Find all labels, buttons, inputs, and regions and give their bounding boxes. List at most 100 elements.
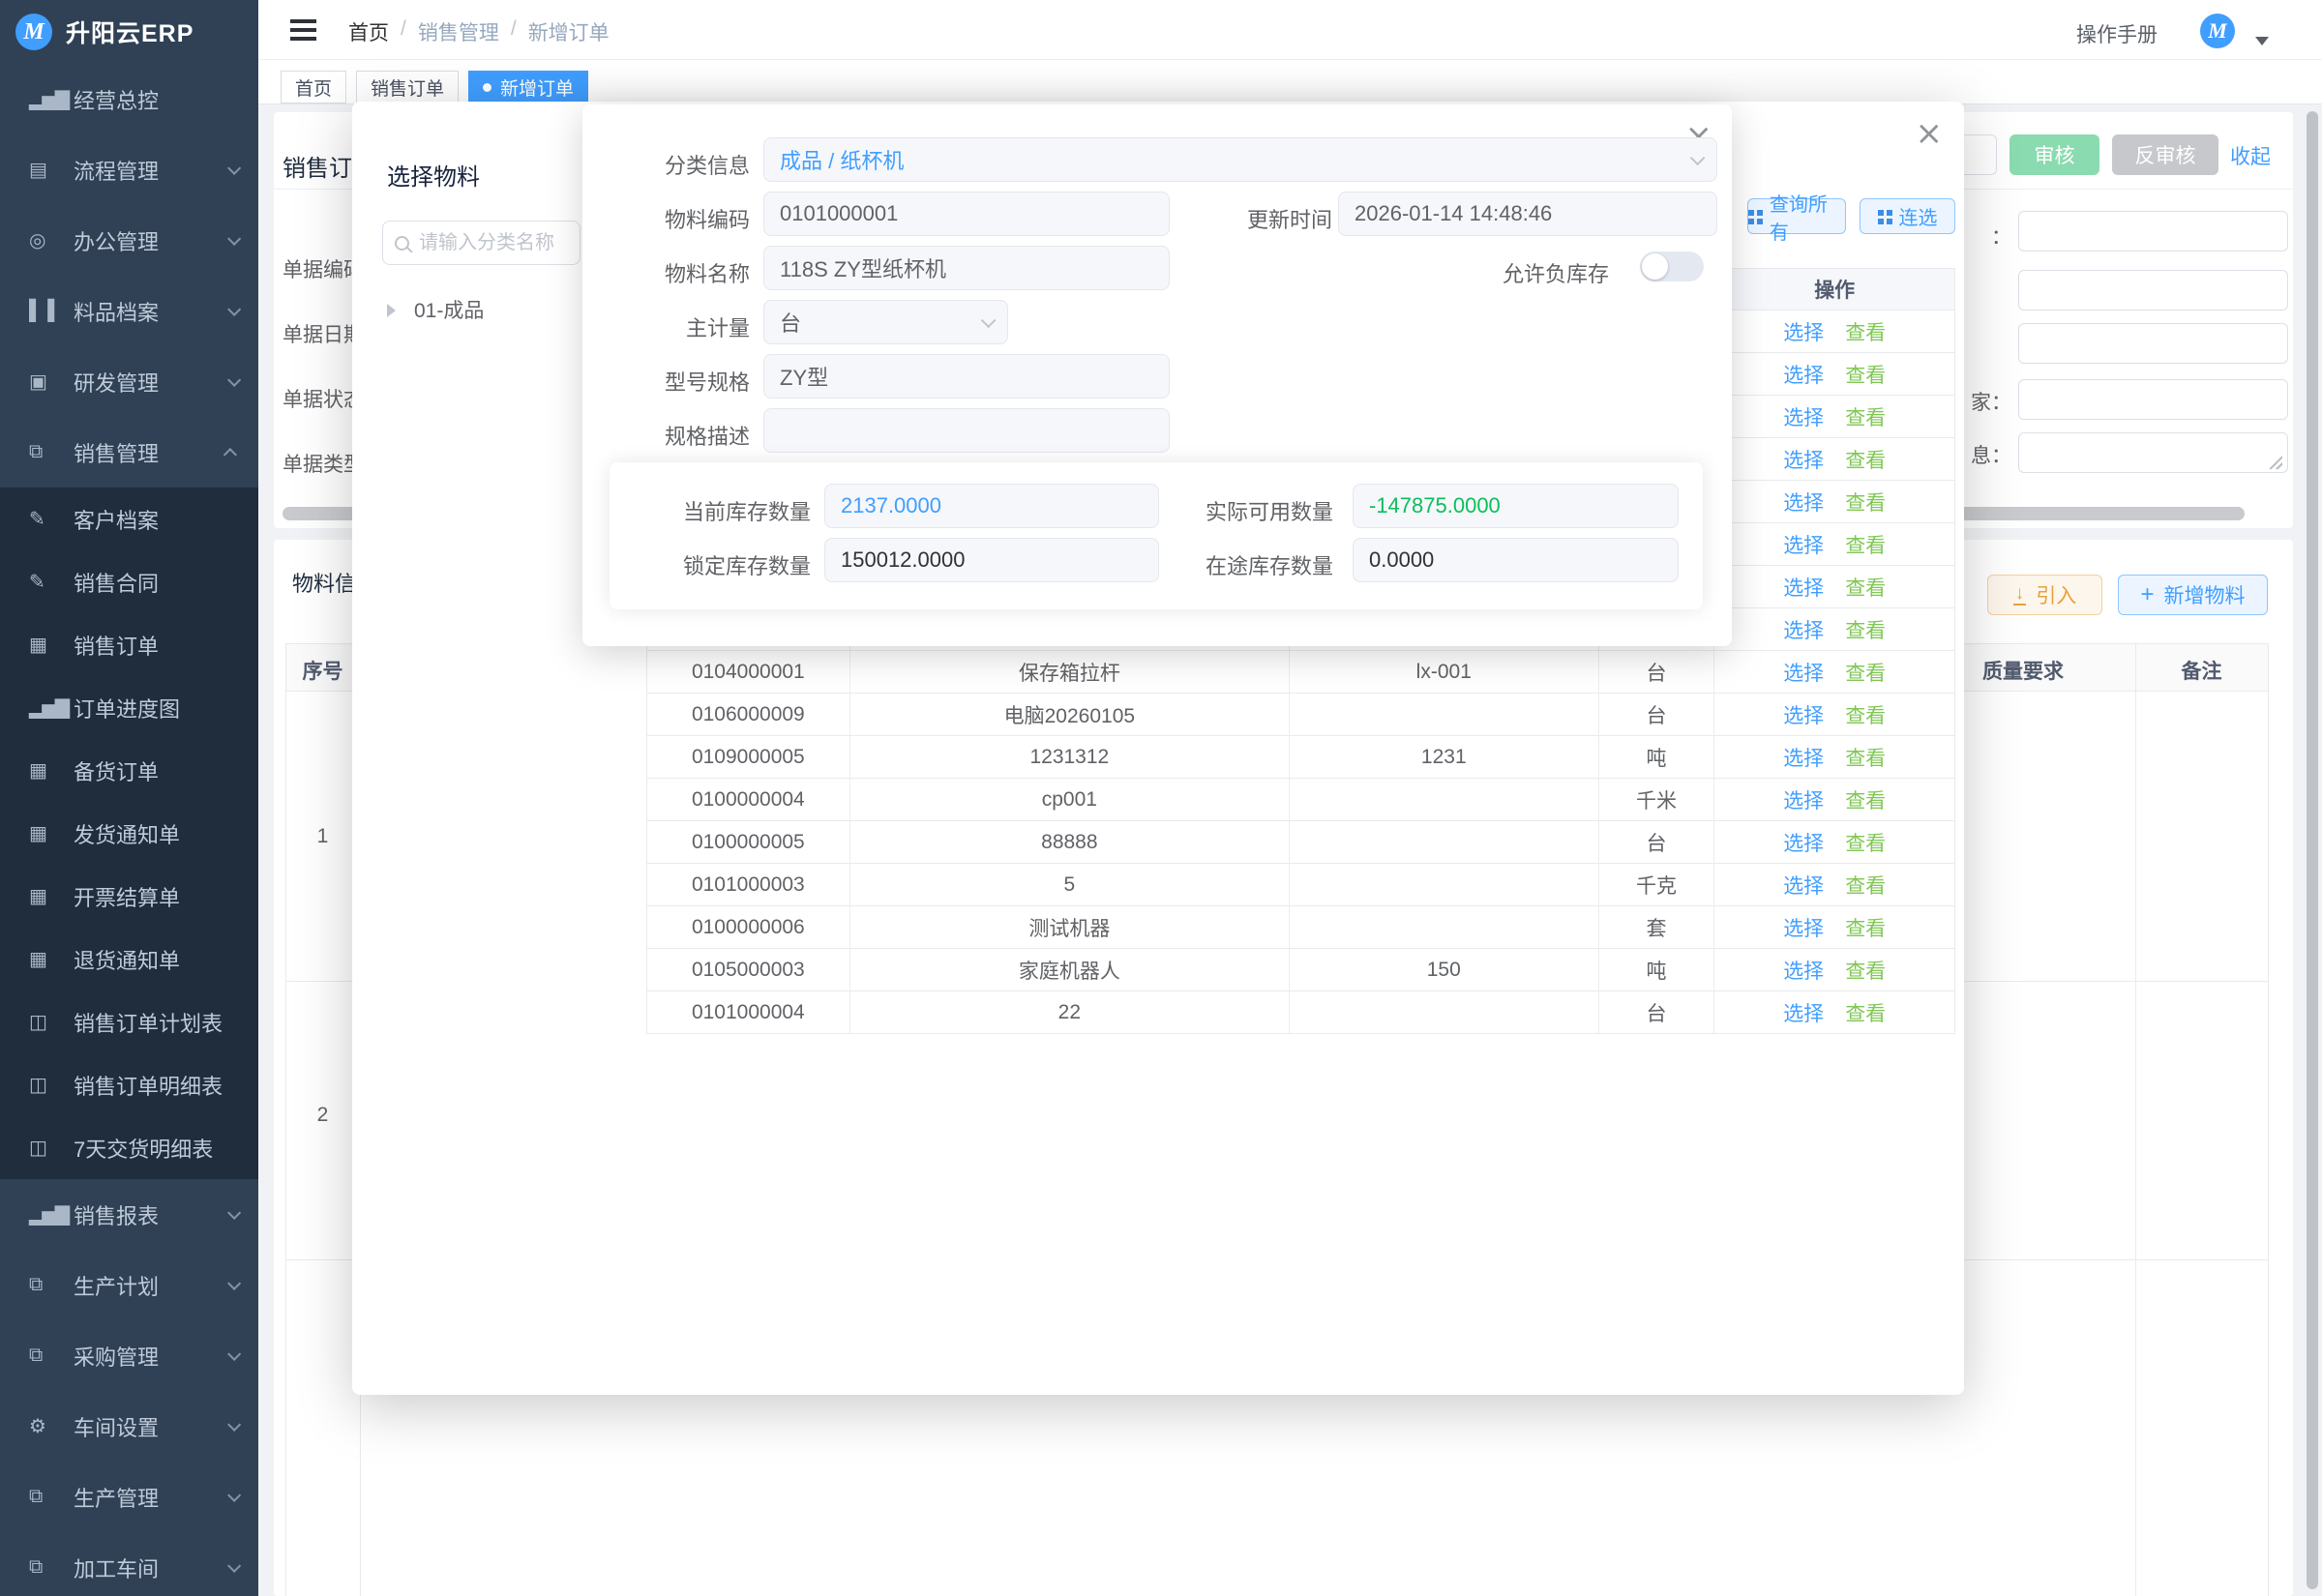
table-row[interactable]: 0105000003家庭机器人150吨选择查看 [647,949,1954,991]
sidebar-collapse-icon[interactable] [290,19,316,23]
user-menu-caret-icon[interactable] [2255,37,2269,52]
view-link[interactable]: 查看 [1845,402,1886,431]
table-row[interactable]: 010100000422台选择查看 [647,991,1954,1034]
collapse-link[interactable]: 收起 [2230,141,2271,170]
sidebar-item-备货订单[interactable]: ▦备货订单 [0,739,258,802]
user-avatar[interactable]: M [2200,14,2235,48]
view-link[interactable]: 查看 [1845,871,1886,900]
select-link[interactable]: 选择 [1783,658,1824,687]
tree-expand-caret-icon[interactable] [387,304,402,317]
select-link[interactable]: 选择 [1783,530,1824,559]
import-button[interactable]: ↓ 引入 [1987,575,2102,615]
breadcrumb-item[interactable]: 销售管理 [418,17,499,46]
sidebar-item-开票结算单[interactable]: ▦开票结算单 [0,865,258,928]
model-input[interactable] [763,354,1170,399]
vendor-input[interactable] [2018,379,2288,420]
view-link[interactable]: 查看 [1845,785,1886,814]
sidebar-item-销售订单明细表[interactable]: ◫销售订单明细表 [0,1053,258,1116]
tab-新增订单[interactable]: 新增订单 [468,71,588,103]
sidebar-item-销售报表[interactable]: ▂▅▇销售报表 [0,1179,258,1250]
sidebar-item-退货通知单[interactable]: ▦退货通知单 [0,928,258,990]
table-row[interactable]: 010000000588888台选择查看 [647,821,1954,864]
view-link[interactable]: 查看 [1845,488,1886,517]
sidebar-item-发货通知单[interactable]: ▦发货通知单 [0,802,258,865]
view-link[interactable]: 查看 [1845,573,1886,602]
category-search-input[interactable] [419,232,568,254]
sidebar-item-销售订单[interactable]: ▦销售订单 [0,613,258,676]
add-material-button[interactable]: + 新增物料 [2118,575,2268,615]
name-input[interactable] [763,246,1170,290]
order-side-input-1[interactable] [2018,211,2288,251]
table-row[interactable]: 01010000035千克选择查看 [647,864,1954,906]
select-link[interactable]: 选择 [1783,402,1824,431]
audit-button[interactable]: 审核 [2009,134,2099,175]
locked-stock-input[interactable] [824,538,1159,582]
multi-select-button[interactable]: 连选 [1860,198,1955,234]
tab-销售订单[interactable]: 销售订单 [356,71,459,103]
sidebar-item-料品档案[interactable]: ▌▐料品档案 [0,276,258,346]
select-link[interactable]: 选择 [1783,913,1824,942]
sidebar-item-流程管理[interactable]: ▤流程管理 [0,134,258,205]
sidebar-item-客户档案[interactable]: ✎客户档案 [0,488,258,550]
code-input[interactable] [763,192,1170,236]
view-link[interactable]: 查看 [1845,615,1886,644]
vertical-scrollbar[interactable] [2307,111,2318,1589]
sidebar-item-销售合同[interactable]: ✎销售合同 [0,550,258,613]
category-select[interactable]: 成品 / 纸杯机 [763,137,1717,182]
unaudit-button[interactable]: 反审核 [2112,134,2218,175]
sidebar-item-车间设置[interactable]: ⚙车间设置 [0,1391,258,1462]
select-link[interactable]: 选择 [1783,871,1824,900]
select-link[interactable]: 选择 [1783,998,1824,1027]
view-link[interactable]: 查看 [1845,956,1886,985]
picker-close-icon[interactable]: × [1916,117,1944,150]
view-link[interactable]: 查看 [1845,445,1886,474]
sidebar-item-生产计划[interactable]: ⧉生产计划 [0,1250,258,1320]
view-link[interactable]: 查看 [1845,700,1886,729]
manual-link[interactable]: 操作手册 [2076,19,2158,48]
select-link[interactable]: 选择 [1783,360,1824,389]
select-link[interactable]: 选择 [1783,956,1824,985]
sidebar-item-销售管理[interactable]: ⧉销售管理 [0,417,258,488]
spec-input[interactable] [763,408,1170,453]
view-link[interactable]: 查看 [1845,743,1886,772]
sidebar-item-生产管理[interactable]: ⧉生产管理 [0,1462,258,1532]
view-link[interactable]: 查看 [1845,530,1886,559]
select-link[interactable]: 选择 [1783,615,1824,644]
view-link[interactable]: 查看 [1845,360,1886,389]
view-link[interactable]: 查看 [1845,998,1886,1027]
select-link[interactable]: 选择 [1783,317,1824,346]
sidebar-item-研发管理[interactable]: ▣研发管理 [0,346,258,417]
table-row[interactable]: 0106000009电脑20260105台选择查看 [647,694,1954,736]
sidebar-item-销售订单计划表[interactable]: ◫销售订单计划表 [0,990,258,1053]
transit-stock-input[interactable] [1353,538,1679,582]
view-link[interactable]: 查看 [1845,828,1886,857]
sidebar-item-加工车间[interactable]: ⧉加工车间 [0,1532,258,1596]
sidebar-item-订单进度图[interactable]: ▂▅▇订单进度图 [0,676,258,739]
view-link[interactable]: 查看 [1845,658,1886,687]
table-row[interactable]: 0100000006测试机器套选择查看 [647,906,1954,949]
select-link[interactable]: 选择 [1783,743,1824,772]
table-row[interactable]: 010900000512313121231吨选择查看 [647,736,1954,779]
order-side-input-3[interactable] [2018,323,2288,364]
select-link[interactable]: 选择 [1783,445,1824,474]
updated-input[interactable] [1338,192,1717,236]
query-all-button[interactable]: 查询所有 [1747,198,1846,234]
select-link[interactable]: 选择 [1783,700,1824,729]
current-stock-input[interactable] [824,484,1159,528]
sidebar-item-经营总控[interactable]: ▂▅▇经营总控 [0,64,258,134]
table-row[interactable]: 0100000004cp001千米选择查看 [647,779,1954,821]
order-side-input-2[interactable] [2018,270,2288,310]
breadcrumb-item[interactable]: 首页 [348,17,389,46]
negative-stock-toggle[interactable] [1640,251,1704,281]
info-textarea[interactable] [2018,432,2288,473]
available-stock-input[interactable] [1353,484,1679,528]
sidebar-item-采购管理[interactable]: ⧉采购管理 [0,1320,258,1391]
tab-首页[interactable]: 首页 [281,71,346,103]
select-link[interactable]: 选择 [1783,573,1824,602]
unit-select[interactable]: 台 [763,300,1008,344]
view-link[interactable]: 查看 [1845,317,1886,346]
sidebar-item-办公管理[interactable]: ◎办公管理 [0,205,258,276]
select-link[interactable]: 选择 [1783,488,1824,517]
view-link[interactable]: 查看 [1845,913,1886,942]
category-tree-node[interactable]: 01-成品 [387,295,484,324]
